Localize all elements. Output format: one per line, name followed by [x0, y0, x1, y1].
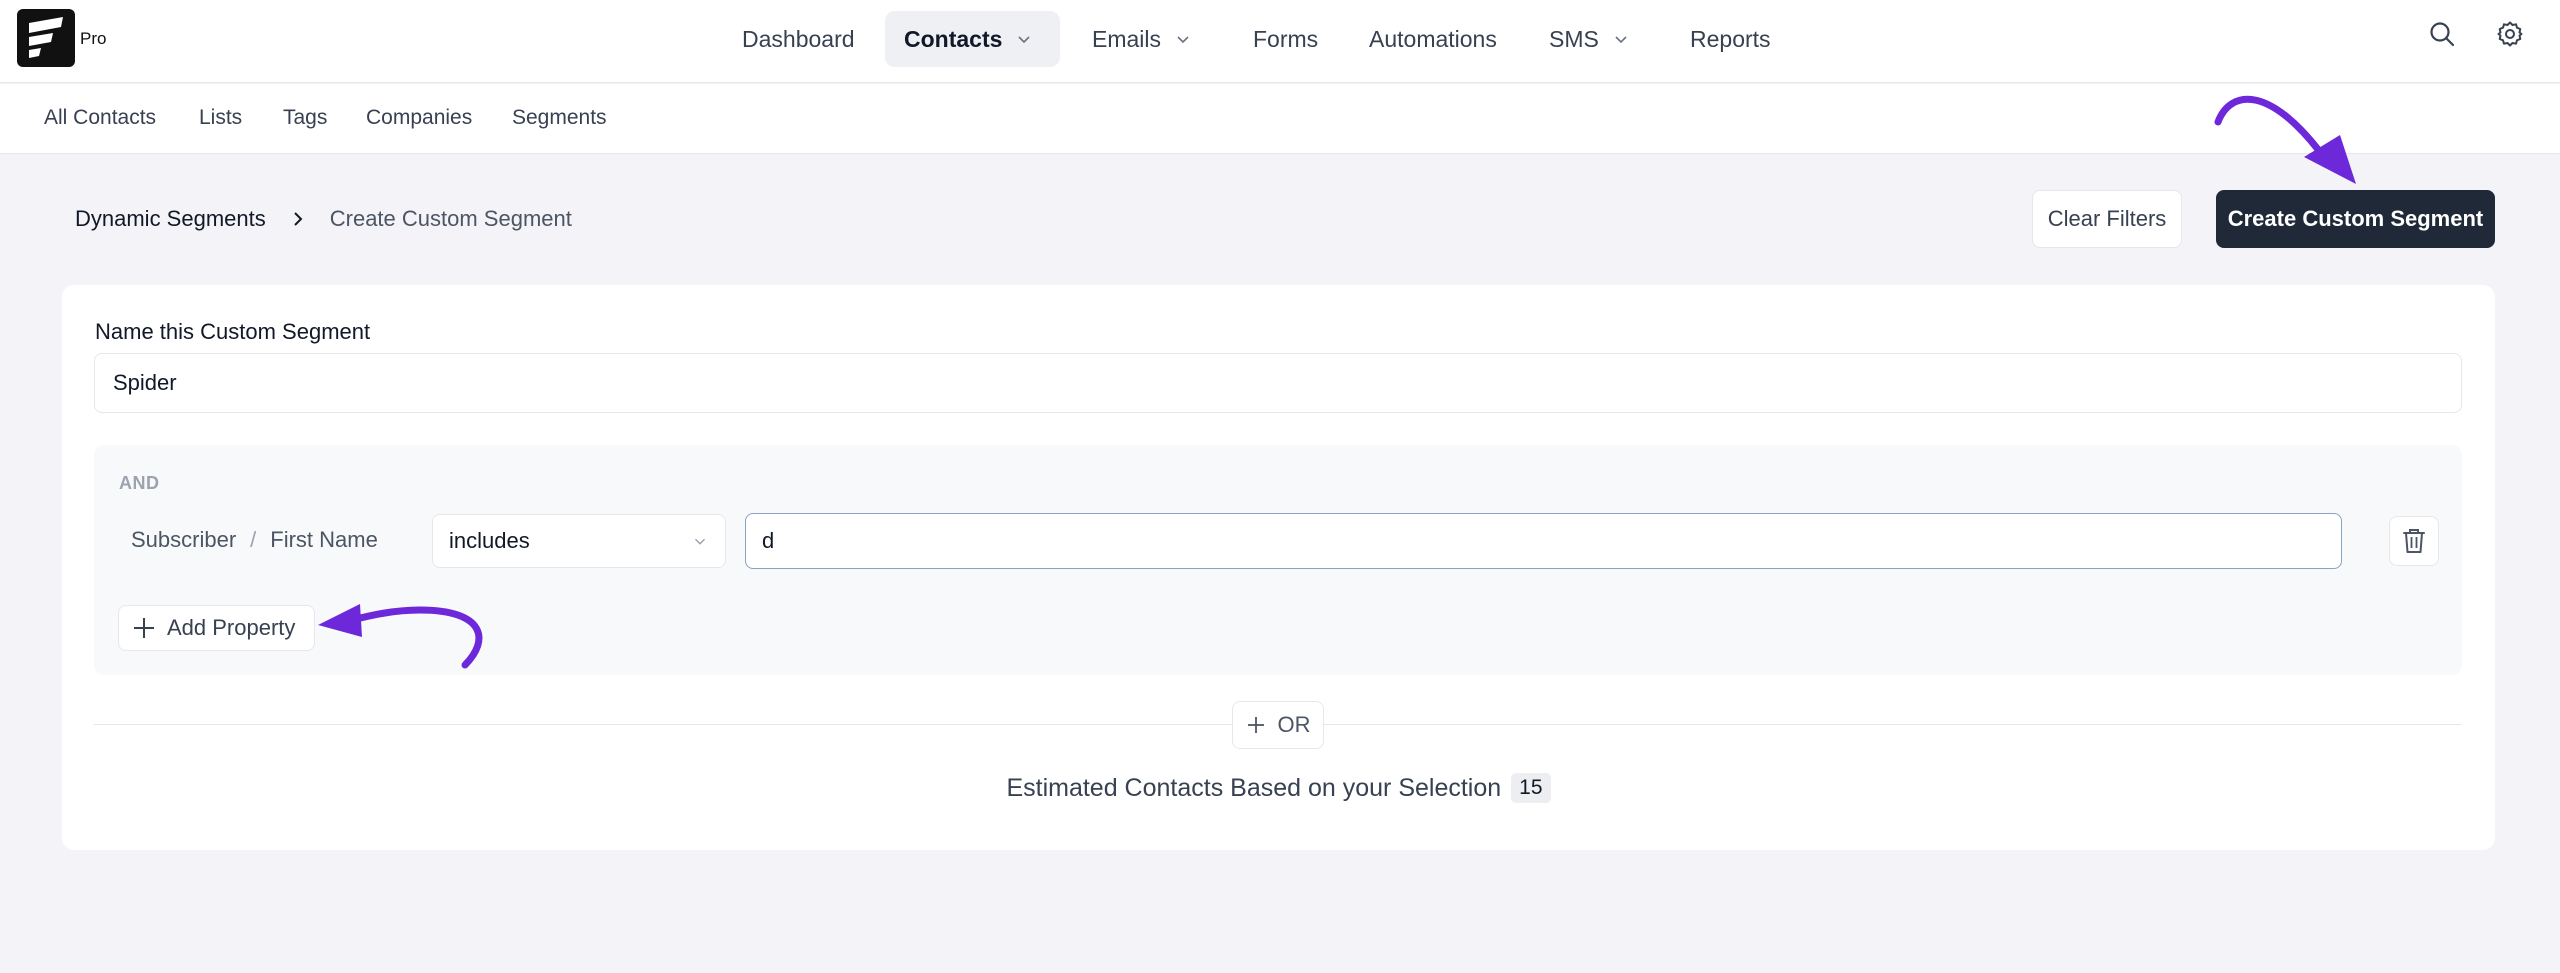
segment-form-card: Name this Custom Segment AND Subscriber …	[62, 285, 2495, 850]
property-separator: /	[250, 527, 257, 552]
trash-icon	[2403, 529, 2425, 553]
create-custom-segment-button[interactable]: Create Custom Segment	[2216, 190, 2495, 248]
or-label: OR	[1277, 712, 1311, 737]
add-property-button[interactable]: Add Property	[118, 605, 315, 651]
nav-label: SMS	[1549, 25, 1599, 52]
nav-label: Contacts	[904, 25, 1003, 52]
nav-sms[interactable]: SMS	[1530, 11, 1650, 67]
operator-value: includes	[449, 528, 530, 553]
subnav-all-contacts[interactable]: All Contacts	[44, 106, 156, 130]
nav-reports[interactable]: Reports	[1671, 11, 1790, 67]
segment-name-label: Name this Custom Segment	[95, 319, 371, 344]
nav-label: Forms	[1253, 25, 1319, 52]
nav-label: Automations	[1369, 25, 1497, 52]
condition-group: AND Subscriber / First Name includes d A…	[94, 445, 2462, 675]
breadcrumb: Dynamic Segments Create Custom Segment	[75, 206, 572, 232]
chevron-right-icon	[294, 212, 303, 226]
chevron-down-icon	[1615, 36, 1627, 44]
subnav-segments[interactable]: Segments	[512, 106, 607, 130]
top-navigation-bar: Pro Dashboard Contacts Emails Forms Auto…	[0, 0, 2560, 83]
subnav-tags[interactable]: Tags	[283, 106, 327, 130]
estimate-count-badge: 15	[1511, 773, 1551, 803]
logo-mark-icon	[29, 17, 63, 58]
delete-condition-button[interactable]	[2389, 516, 2439, 566]
search-icon[interactable]	[2428, 20, 2456, 48]
chevron-down-icon	[1177, 36, 1189, 44]
and-label: AND	[119, 473, 160, 493]
chevron-down-icon	[1018, 36, 1030, 44]
clear-filters-button[interactable]: Clear Filters	[2032, 190, 2182, 248]
add-property-label: Add Property	[167, 615, 296, 640]
nav-label: Reports	[1690, 25, 1771, 52]
gear-icon[interactable]	[2496, 20, 2524, 48]
nav-label: Emails	[1092, 25, 1162, 52]
nav-emails[interactable]: Emails	[1073, 11, 1212, 67]
plus-icon	[1247, 717, 1264, 733]
condition-value-input[interactable]	[745, 513, 2342, 569]
breadcrumb-current: Create Custom Segment	[329, 206, 572, 231]
subnav-lists[interactable]: Lists	[199, 106, 242, 130]
property-group-label: Subscriber	[131, 527, 237, 552]
breadcrumb-dynamic-segments[interactable]: Dynamic Segments	[75, 206, 266, 232]
nav-automations[interactable]: Automations	[1350, 11, 1516, 67]
nav-label: Dashboard	[742, 25, 855, 52]
operator-select[interactable]: includes	[432, 514, 726, 568]
add-or-group-button[interactable]: OR	[1232, 701, 1324, 749]
property-name-label: First Name	[270, 527, 378, 552]
chevron-down-icon	[694, 538, 706, 545]
contacts-sub-nav: All Contacts Lists Tags Companies Segmen…	[0, 84, 2560, 154]
nav-dashboard[interactable]: Dashboard	[723, 11, 874, 67]
plus-icon	[134, 618, 154, 638]
app-logo[interactable]	[17, 9, 75, 67]
segment-name-input[interactable]	[94, 353, 2462, 413]
estimated-contacts: Estimated Contacts Based on your Selecti…	[62, 773, 2495, 803]
subnav-companies[interactable]: Companies	[366, 106, 472, 130]
property-path: Subscriber / First Name	[131, 527, 378, 553]
pro-badge: Pro	[80, 29, 107, 48]
nav-contacts[interactable]: Contacts	[885, 11, 1060, 67]
estimate-label: Estimated Contacts Based on your Selecti…	[1006, 773, 1502, 802]
nav-forms[interactable]: Forms	[1234, 11, 1337, 67]
